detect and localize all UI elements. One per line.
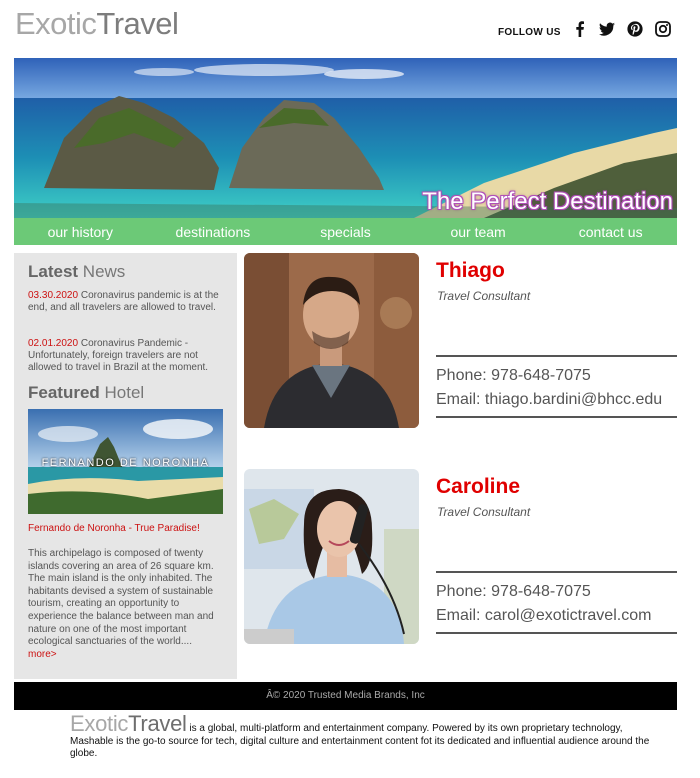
copyright-bar: Â© 2020 Trusted Media Brands, Inc: [14, 682, 677, 710]
latest-news-heading: Latest News: [28, 262, 126, 281]
news-item: 03.30.2020 Coronavirus pandemic is at th…: [28, 290, 228, 314]
site-logo[interactable]: ExoticTravel: [15, 4, 179, 44]
nav-item-specials[interactable]: specials: [279, 218, 412, 245]
follow-us-label: FOLLOW US: [498, 27, 561, 38]
nav-item-contact-us[interactable]: contact us: [544, 218, 677, 245]
site-header: ExoticTravel FOLLOW US: [0, 0, 700, 58]
caroline-photo: [244, 469, 419, 644]
divider: [436, 355, 677, 357]
twitter-icon[interactable]: [598, 20, 616, 38]
more-link[interactable]: more>: [28, 649, 57, 660]
news-date: 02.01.2020: [28, 338, 79, 349]
team-member-role: Travel Consultant: [437, 505, 531, 519]
featured-hotel-heading: Featured Hotel: [28, 383, 145, 402]
team-member-name: Thiago: [436, 259, 505, 282]
team-member-email[interactable]: Email: carol@exotictravel.com: [436, 607, 651, 625]
facebook-icon[interactable]: [571, 20, 589, 38]
hero-caption: The Perfect Destination: [422, 188, 673, 215]
nav-item-our-team[interactable]: our team: [412, 218, 545, 245]
thiago-photo: [244, 253, 419, 428]
nav-item-our-history[interactable]: our history: [14, 218, 147, 245]
news-item: 02.01.2020 Coronavirus Pandemic - Unfort…: [28, 338, 228, 374]
featured-image-text: FERNANDO DE NORONHA: [41, 457, 210, 469]
main-nav: our history destinations specials our te…: [14, 218, 677, 245]
nav-item-destinations[interactable]: destinations: [147, 218, 280, 245]
team-member-phone: Phone: 978-648-7075: [436, 583, 591, 600]
footer-logo[interactable]: ExoticTravel: [70, 711, 187, 736]
featured-hotel-caption[interactable]: Fernando de Noronha - True Paradise!: [28, 523, 200, 534]
hero-banner: The Perfect Destination: [14, 58, 677, 218]
team-member-phone: Phone: 978-648-7075: [436, 367, 591, 384]
sidebar: Latest News 03.30.2020 Coronavirus pande…: [14, 253, 237, 679]
instagram-icon[interactable]: [654, 20, 672, 38]
footer-about: ExoticTravel is a global, multi-platform…: [70, 711, 650, 761]
news-date: 03.30.2020: [28, 290, 79, 301]
featured-hotel-description: This archipelago is composed of twenty i…: [28, 548, 214, 660]
featured-hotel-image[interactable]: FERNANDO DE NORONHA: [28, 409, 223, 514]
pinterest-icon[interactable]: [626, 20, 644, 38]
team-member-name: Caroline: [436, 475, 521, 498]
team-member-role: Travel Consultant: [437, 289, 531, 303]
divider: [436, 571, 677, 573]
divider: [436, 416, 677, 418]
team-member-email[interactable]: Email: thiago.bardini@bhcc.edu: [436, 391, 662, 409]
divider: [436, 632, 677, 634]
